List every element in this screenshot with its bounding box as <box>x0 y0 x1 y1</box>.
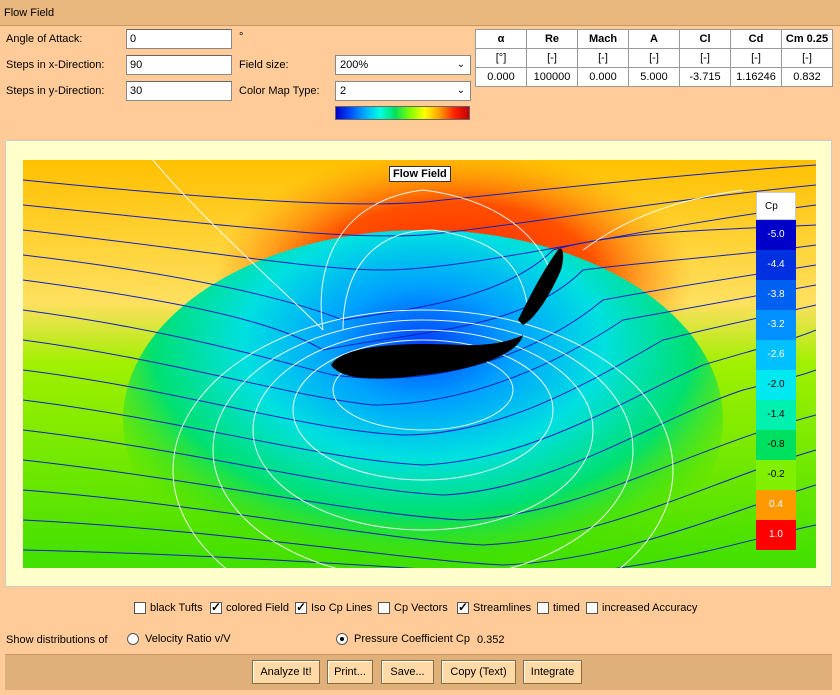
print-button[interactable]: Print... <box>327 660 373 684</box>
results-header: α <box>475 29 527 49</box>
window-title: Flow Field <box>4 7 55 19</box>
velocity-ratio-label: Velocity Ratio v/V <box>145 633 231 645</box>
title-bar: Flow Field <box>0 0 840 26</box>
field-size-label: Field size: <box>239 59 289 71</box>
results-value: 5.000 <box>628 67 680 87</box>
results-table: α Re Mach A Cl Cd Cm 0.25 [°] [-] [-] [-… <box>475 29 833 87</box>
results-header: Cd <box>730 29 782 49</box>
results-value: 0.832 <box>781 67 833 87</box>
checkbox-box <box>378 602 390 614</box>
save-button[interactable]: Save... <box>381 660 434 684</box>
radio-button <box>336 633 348 645</box>
plot-title: Flow Field <box>389 166 451 182</box>
results-unit: [-] <box>781 48 833 68</box>
legend-cell: 1.0 <box>756 520 796 550</box>
legend-cell: -3.8 <box>756 280 796 310</box>
checkbox-box <box>537 602 549 614</box>
black-tufts-label: black Tufts <box>150 602 203 614</box>
colormap-preview <box>335 106 470 120</box>
cp-legend: Cp -5.0 -4.4 -3.8 -3.2 -2.6 -2.0 -1.4 -0… <box>756 192 796 550</box>
steps-y-label: Steps in y-Direction: <box>6 85 105 97</box>
streamlines-checkbox[interactable]: Streamlines <box>457 600 532 614</box>
steps-x-input[interactable] <box>126 55 232 75</box>
results-value: 100000 <box>526 67 578 87</box>
checkbox-box <box>210 600 222 614</box>
angle-unit: ° <box>239 31 244 43</box>
copy-text-button[interactable]: Copy (Text) <box>441 660 516 684</box>
checkbox-box <box>457 600 469 614</box>
flow-field-plot[interactable] <box>23 160 816 568</box>
increased-accuracy-checkbox[interactable]: increased Accuracy <box>586 602 697 614</box>
legend-title: Cp <box>756 192 796 220</box>
black-tufts-checkbox[interactable]: black Tufts <box>134 602 203 614</box>
results-header: Re <box>526 29 578 49</box>
results-value: 0.000 <box>577 67 629 87</box>
results-unit: [-] <box>679 48 731 68</box>
results-value: 0.000 <box>475 67 527 87</box>
pressure-coefficient-label: Pressure Coefficient Cp <box>354 633 470 645</box>
results-unit: [-] <box>526 48 578 68</box>
results-header: A <box>628 29 680 49</box>
cp-vectors-label: Cp Vectors <box>394 602 448 614</box>
iso-cp-checkbox[interactable]: Iso Cp Lines <box>295 600 373 614</box>
colormap-value: 2 <box>340 85 347 97</box>
results-header: Cl <box>679 29 731 49</box>
results-unit: [-] <box>730 48 782 68</box>
colormap-select[interactable]: 2 ⌄ <box>335 81 471 101</box>
colored-field-checkbox[interactable]: colored Field <box>210 600 289 614</box>
distribution-label: Show distributions of <box>6 634 108 646</box>
results-header: Mach <box>577 29 629 49</box>
timed-checkbox[interactable]: timed <box>537 602 580 614</box>
colored-field-label: colored Field <box>226 602 289 614</box>
checkbox-box <box>134 602 146 614</box>
steps-y-input[interactable] <box>126 81 232 101</box>
pressure-coefficient-radio[interactable]: Pressure Coefficient Cp <box>336 633 470 645</box>
checkbox-box <box>586 602 598 614</box>
increased-accuracy-label: increased Accuracy <box>602 602 698 614</box>
colormap-label: Color Map Type: <box>239 85 320 97</box>
results-unit: [-] <box>628 48 680 68</box>
timed-label: timed <box>553 602 580 614</box>
legend-cell: -3.2 <box>756 310 796 340</box>
results-header: Cm 0.25 <box>781 29 833 49</box>
checkbox-box <box>295 600 307 614</box>
legend-cell: -0.2 <box>756 460 796 490</box>
legend-cell: -1.4 <box>756 400 796 430</box>
legend-cell: -2.6 <box>756 340 796 370</box>
results-value: -3.715 <box>679 67 731 87</box>
cp-vectors-checkbox[interactable]: Cp Vectors <box>378 602 448 614</box>
cp-value: 0.352 <box>477 634 505 646</box>
legend-cell: -5.0 <box>756 220 796 250</box>
velocity-ratio-radio[interactable]: Velocity Ratio v/V <box>127 633 231 645</box>
legend-cell: -0.8 <box>756 430 796 460</box>
iso-cp-label: Iso Cp Lines <box>311 602 373 614</box>
angle-input[interactable] <box>126 29 232 49</box>
field-size-select[interactable]: 200% ⌄ <box>335 55 471 75</box>
legend-cell: 0.4 <box>756 490 796 520</box>
radio-button <box>127 633 139 645</box>
flow-field-canvas <box>23 160 816 568</box>
results-value: 1.16246 <box>730 67 782 87</box>
steps-x-label: Steps in x-Direction: <box>6 59 105 71</box>
integrate-button[interactable]: Integrate <box>523 660 582 684</box>
streamlines-label: Streamlines <box>473 602 532 614</box>
results-unit: [-] <box>577 48 629 68</box>
legend-cell: -2.0 <box>756 370 796 400</box>
legend-cell: -4.4 <box>756 250 796 280</box>
chevron-down-icon: ⌄ <box>456 85 466 96</box>
chevron-down-icon: ⌄ <box>456 59 466 70</box>
results-unit: [°] <box>475 48 527 68</box>
analyze-button[interactable]: Analyze It! <box>252 660 320 684</box>
field-size-value: 200% <box>340 59 369 71</box>
angle-label: Angle of Attack: <box>6 33 83 45</box>
